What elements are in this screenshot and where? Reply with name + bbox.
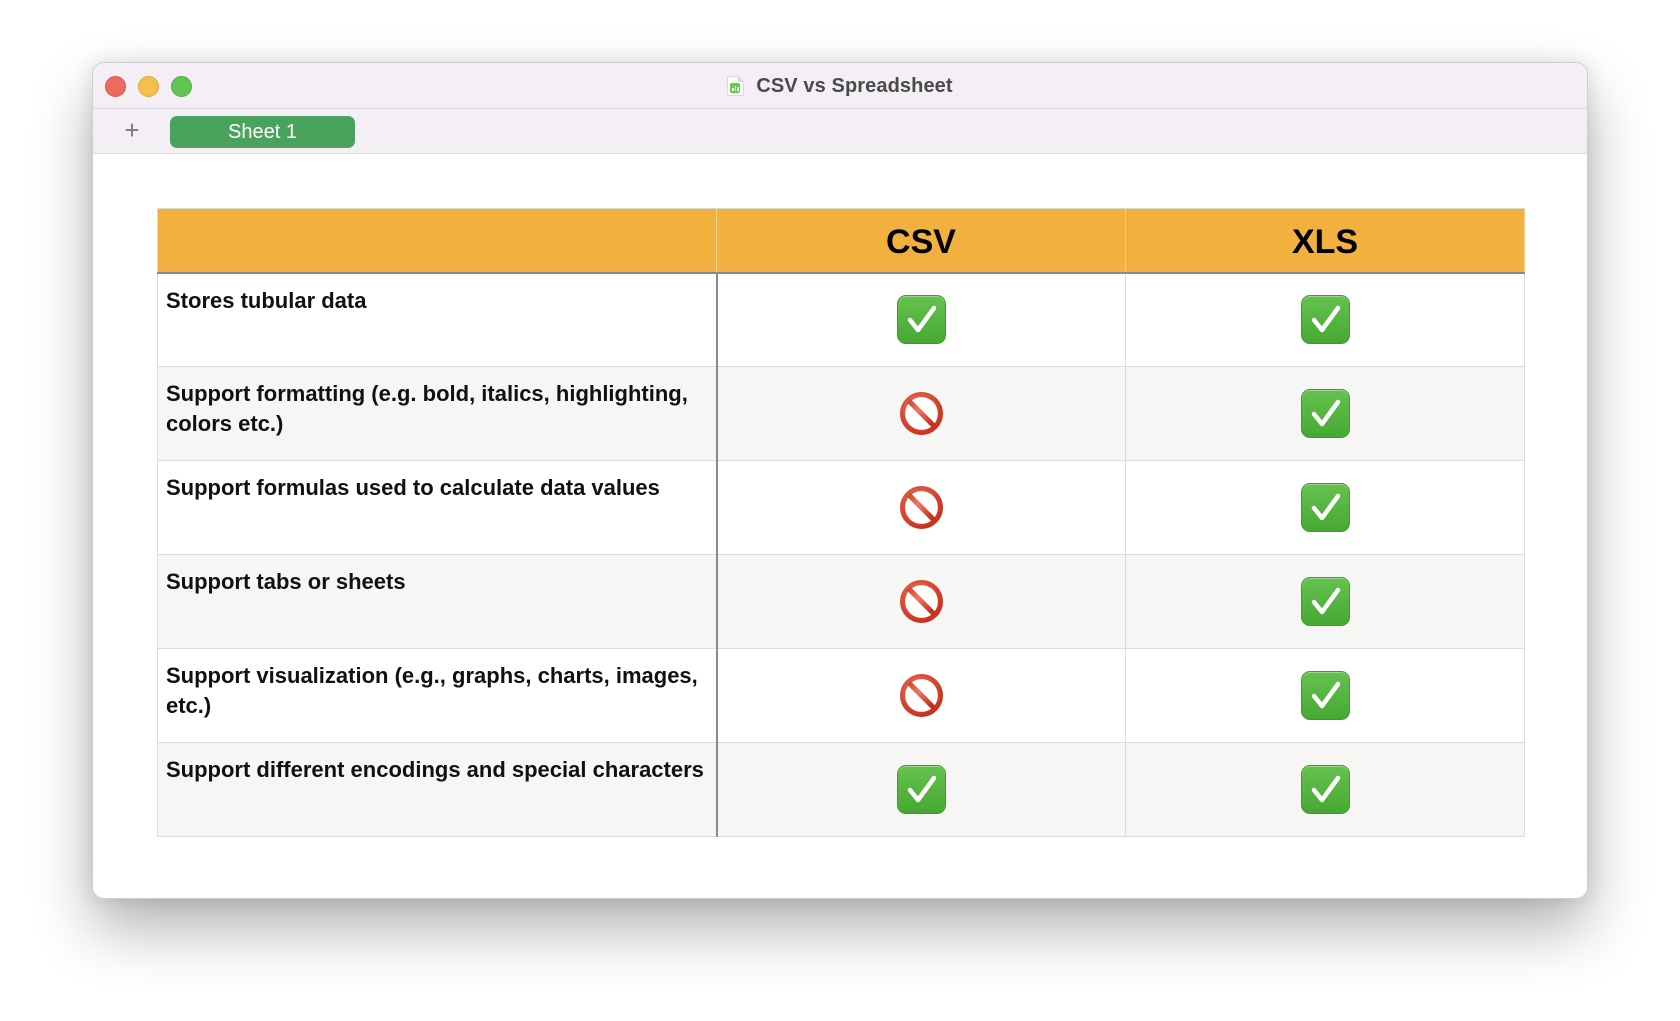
table-row: Support different encodings and special … (157, 742, 1525, 837)
feature-cell[interactable]: Stores tubular data (157, 272, 718, 367)
title-bar: CSV vs Spreadsheet (93, 63, 1587, 109)
table-row: Stores tubular data (157, 272, 1525, 367)
white-heavy-check-mark-icon (1300, 483, 1350, 532)
xls-support-cell[interactable] (1125, 460, 1525, 555)
feature-cell[interactable]: Support formatting (e.g. bold, italics, … (157, 366, 718, 461)
table-row: Support visualization (e.g., graphs, cha… (157, 648, 1525, 743)
csv-support-cell[interactable] (716, 366, 1126, 461)
prohibited-icon (899, 580, 943, 623)
feature-cell[interactable]: Support formulas used to calculate data … (157, 460, 718, 555)
header-row: CSV XLS (157, 208, 1525, 274)
header-cell-csv[interactable]: CSV (716, 208, 1126, 274)
app-window: CSV vs Spreadsheet + Sheet 1 CSV XLS Sto… (92, 62, 1588, 899)
xls-support-cell[interactable] (1125, 742, 1525, 837)
feature-cell[interactable]: Support visualization (e.g., graphs, cha… (157, 648, 718, 743)
csv-support-cell[interactable] (716, 554, 1126, 649)
csv-support-cell[interactable] (716, 272, 1126, 367)
xls-support-cell[interactable] (1125, 366, 1525, 461)
white-heavy-check-mark-icon (896, 295, 946, 345)
white-heavy-check-mark-icon (896, 765, 946, 814)
table-row: Support tabs or sheets (157, 554, 1525, 649)
numbers-document-icon (727, 76, 745, 96)
xls-support-cell[interactable] (1125, 648, 1525, 743)
white-heavy-check-mark-icon (1300, 765, 1350, 814)
csv-support-cell[interactable] (716, 460, 1126, 555)
tab-sheet-1[interactable]: Sheet 1 (170, 116, 355, 148)
add-sheet-button[interactable]: + (120, 116, 144, 144)
window-title: CSV vs Spreadsheet (756, 74, 953, 97)
xls-support-cell[interactable] (1125, 272, 1525, 367)
comparison-table: CSV XLS Stores tubular data Support form… (157, 208, 1525, 837)
table-row: Support formatting (e.g. bold, italics, … (157, 366, 1525, 461)
white-heavy-check-mark-icon (1300, 295, 1350, 345)
csv-support-cell[interactable] (716, 742, 1126, 837)
feature-cell[interactable]: Support tabs or sheets (157, 554, 718, 649)
table-row: Support formulas used to calculate data … (157, 460, 1525, 555)
prohibited-icon (899, 674, 943, 717)
white-heavy-check-mark-icon (1300, 389, 1350, 438)
white-heavy-check-mark-icon (1300, 577, 1350, 626)
xls-support-cell[interactable] (1125, 554, 1525, 649)
white-heavy-check-mark-icon (1300, 671, 1350, 720)
sheet-tab-bar: + Sheet 1 (93, 109, 1587, 154)
sheet-canvas: CSV XLS Stores tubular data Support form… (93, 155, 1587, 898)
csv-support-cell[interactable] (716, 648, 1126, 743)
header-cell-feature[interactable] (157, 208, 717, 274)
feature-cell[interactable]: Support different encodings and special … (157, 742, 718, 837)
prohibited-icon (899, 392, 943, 435)
header-cell-xls[interactable]: XLS (1125, 208, 1525, 274)
prohibited-icon (899, 486, 943, 529)
window-title-group: CSV vs Spreadsheet (93, 63, 1587, 109)
